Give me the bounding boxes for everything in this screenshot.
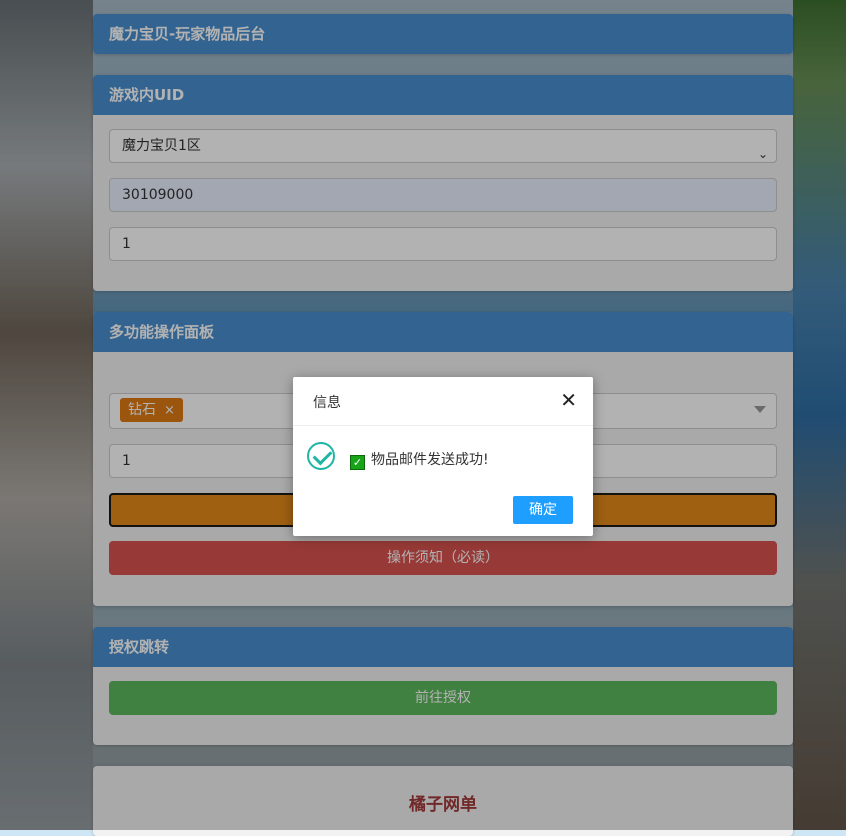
confirm-button[interactable]: 确定 [513,496,573,524]
dialog-title: 信息 [313,395,341,411]
close-icon[interactable]: ✕ [560,389,577,411]
dialog-message: ✓ 物品邮件发送成功! [350,449,489,470]
dialog-header: 信息 ✕ [293,377,593,426]
checkbox-checked-icon: ✓ [350,455,365,470]
check-circle-icon [307,442,335,470]
dialog-message-text: 物品邮件发送成功! [371,452,489,468]
dialog-body: ✓ 物品邮件发送成功! [293,426,593,486]
info-dialog: 信息 ✕ ✓ 物品邮件发送成功! 确定 [293,377,593,536]
